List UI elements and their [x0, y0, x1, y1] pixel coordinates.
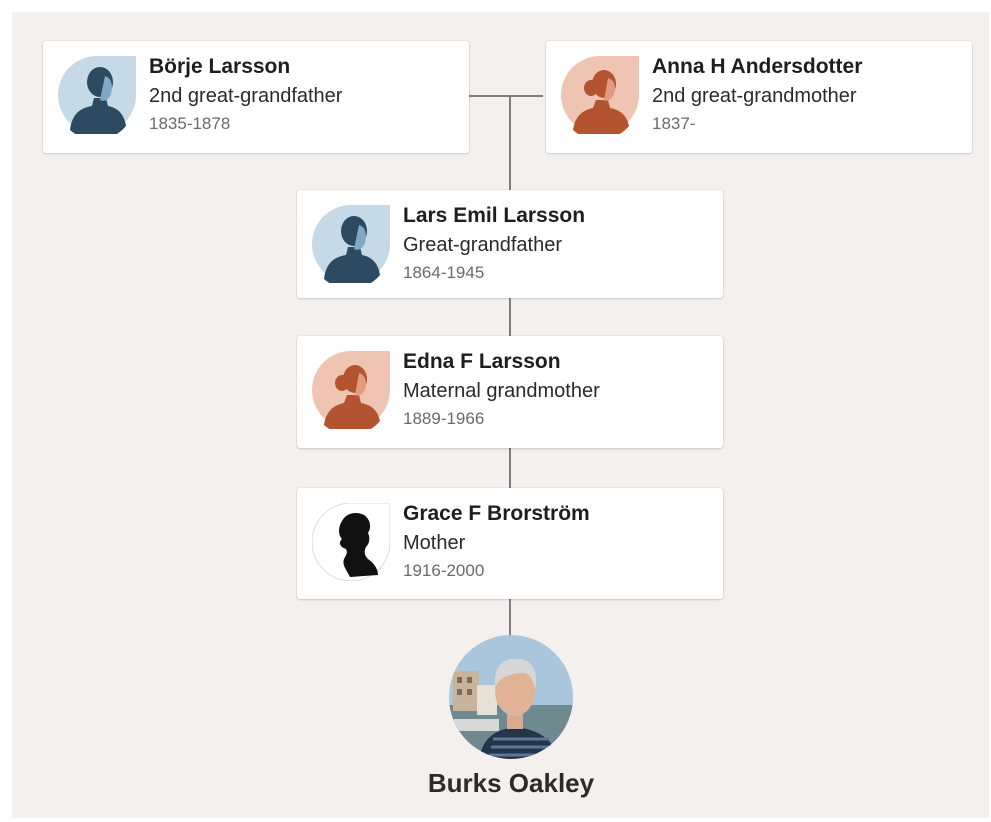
connector-line [509, 448, 511, 488]
person-relation: Mother [403, 532, 466, 554]
person-card[interactable]: Anna H Andersdotter 2nd great-grandmothe… [546, 41, 972, 153]
male-silhouette-icon [58, 56, 136, 134]
family-tree-canvas: Börje Larsson 2nd great-grandfather 1835… [12, 12, 989, 818]
person-lifespan: 1835-1878 [149, 114, 231, 133]
female-silhouette-icon [561, 56, 639, 134]
connector-line [509, 599, 511, 637]
person-lifespan: 1837- [652, 114, 696, 133]
person-relation: 2nd great-grandmother [652, 85, 857, 107]
person-lifespan: 1889-1966 [403, 409, 485, 428]
person-relation: Maternal grandmother [403, 380, 600, 402]
focus-person-photo[interactable] [449, 635, 573, 759]
person-name: Grace F Brorström [403, 502, 590, 525]
person-lifespan: 1916-2000 [403, 561, 485, 580]
cameo-silhouette-icon [312, 503, 390, 581]
person-name: Edna F Larsson [403, 350, 561, 373]
connector-line [509, 96, 511, 191]
person-name: Börje Larsson [149, 55, 291, 78]
person-name: Anna H Andersdotter [652, 55, 863, 78]
male-silhouette-icon [312, 205, 390, 283]
person-card[interactable]: Lars Emil Larsson Great-grandfather 1864… [297, 190, 723, 298]
person-relation: Great-grandfather [403, 234, 562, 256]
focus-person-name[interactable]: Burks Oakley [361, 768, 661, 799]
couple-connector-line [469, 95, 543, 97]
person-relation: 2nd great-grandfather [149, 85, 343, 107]
female-silhouette-icon [312, 351, 390, 429]
person-name: Lars Emil Larsson [403, 204, 586, 227]
person-card[interactable]: Grace F Brorström Mother 1916-2000 [297, 488, 723, 599]
person-card[interactable]: Börje Larsson 2nd great-grandfather 1835… [43, 41, 469, 153]
person-lifespan: 1864-1945 [403, 263, 485, 282]
person-card[interactable]: Edna F Larsson Maternal grandmother 1889… [297, 336, 723, 448]
connector-line [509, 298, 511, 336]
